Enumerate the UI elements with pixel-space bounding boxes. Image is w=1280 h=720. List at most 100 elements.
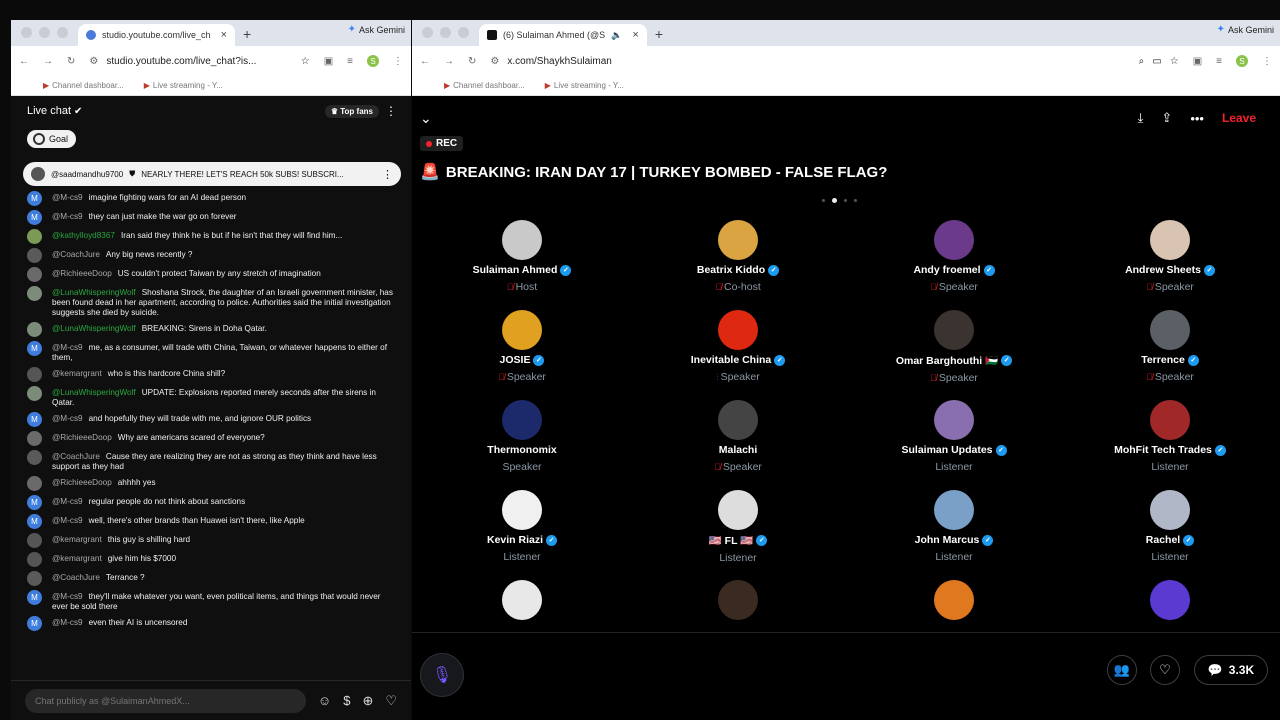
bookmark-item[interactable]: ▶ Live streaming - Y... bbox=[144, 81, 223, 90]
message-author[interactable]: @RichieeeDoop bbox=[52, 269, 112, 278]
participant[interactable] bbox=[1080, 580, 1260, 620]
more-icon[interactable]: ••• bbox=[1190, 111, 1204, 126]
message-author[interactable]: @M-cs9 bbox=[52, 516, 83, 525]
heart-icon[interactable]: ♡ bbox=[385, 693, 397, 709]
new-tab-button[interactable]: + bbox=[655, 26, 663, 42]
message-author[interactable]: @LunaWhisperingWolf bbox=[52, 324, 136, 333]
reload-icon[interactable]: ↻ bbox=[67, 56, 75, 67]
participant[interactable]: Terrence ✓ 🎙̸ Speaker bbox=[1080, 310, 1260, 383]
reload-icon[interactable]: ↻ bbox=[468, 56, 476, 67]
back-icon[interactable]: ← bbox=[420, 56, 430, 67]
bookmark-star-icon[interactable]: ☆ bbox=[301, 56, 310, 67]
bookmark-star-icon[interactable]: ☆ bbox=[1170, 56, 1179, 67]
back-icon[interactable]: ← bbox=[19, 56, 29, 67]
participant[interactable]: MohFit Tech Trades ✓ Listener bbox=[1080, 400, 1260, 473]
message-author[interactable]: @M-cs9 bbox=[52, 343, 83, 352]
participant[interactable]: Andy froemel ✓ 🎙̸ Speaker bbox=[864, 220, 1044, 293]
participant[interactable]: Omar Barghouthi 🇵🇸 ✓ 🎙̸ Speaker bbox=[864, 310, 1044, 384]
participant[interactable]: Beatrix Kiddo ✓ 🎙̸ Co-host bbox=[648, 220, 828, 293]
participant[interactable]: Sulaiman Updates ✓ Listener bbox=[864, 400, 1044, 473]
chat-message[interactable]: M @M-cs9 and hopefully they will trade wit… bbox=[11, 411, 411, 430]
message-author[interactable]: @CoachJure bbox=[52, 452, 100, 461]
window-controls[interactable] bbox=[11, 27, 78, 46]
message-author[interactable]: @CoachJure bbox=[52, 573, 100, 582]
chat-message[interactable]: M @M-cs9 even their AI is uncensored bbox=[11, 615, 411, 634]
chat-message[interactable]: @kemargrant give him his $7000 bbox=[11, 551, 411, 570]
participant[interactable]: Kevin Riazi ✓ Listener bbox=[432, 490, 612, 563]
chat-message[interactable]: @RichieeeDoop Why are americans scared of… bbox=[11, 430, 411, 449]
top-fans-button[interactable]: ♛ Top fans bbox=[324, 105, 379, 118]
message-author[interactable]: @LunaWhisperingWolf bbox=[52, 288, 136, 297]
chat-message[interactable]: @CoachJure Cause they are realizing they … bbox=[11, 449, 411, 475]
page-indicator[interactable] bbox=[822, 198, 857, 203]
ask-gemini-button[interactable]: ✦ Ask Gemini bbox=[1217, 24, 1274, 35]
menu-icon[interactable]: ≡ bbox=[1216, 56, 1222, 67]
message-author[interactable]: @M-cs9 bbox=[52, 193, 83, 202]
chat-message[interactable]: @CoachJure Terrance ? bbox=[11, 570, 411, 589]
browser-tab[interactable]: studio.youtube.com/live_ch × bbox=[78, 24, 235, 46]
zoom-icon[interactable]: ⌕ bbox=[1139, 56, 1145, 67]
super-chat-icon[interactable]: $ bbox=[343, 693, 350, 708]
chat-message[interactable]: @RichieeeDoop ahhhh yes bbox=[11, 475, 411, 494]
comments-button[interactable]: 💬 3.3K bbox=[1194, 655, 1268, 685]
chat-message[interactable]: @kemargrant who is this hardcore China sh… bbox=[11, 366, 411, 385]
participant[interactable]: John Marcus ✓ Listener bbox=[864, 490, 1044, 563]
participant[interactable]: Malachi 🎙̸ Speaker bbox=[648, 400, 828, 473]
message-author[interactable]: @LunaWhisperingWolf bbox=[52, 388, 136, 397]
url-field[interactable]: ⚙ x.com/ShaykhSulaiman ⌕ ▭ ☆ bbox=[490, 56, 1178, 67]
leave-button[interactable]: Leave bbox=[1222, 111, 1256, 125]
message-author[interactable]: @M-cs9 bbox=[52, 497, 83, 506]
chevron-down-icon[interactable]: ⌄ bbox=[420, 110, 432, 127]
browser-tab[interactable]: (6) Sulaiman Ahmed (@S 🔈 × bbox=[479, 24, 647, 46]
participant[interactable]: Rachel ✓ Listener bbox=[1080, 490, 1260, 563]
ask-gemini-button[interactable]: ✦ Ask Gemini bbox=[348, 24, 405, 35]
speaker-icon[interactable]: 🔈 bbox=[611, 30, 622, 41]
url-field[interactable]: ⚙ studio.youtube.com/live_chat?is... ☆ bbox=[89, 56, 309, 67]
bookmark-item[interactable]: ▶ Channel dashboar... bbox=[43, 81, 124, 90]
participant[interactable] bbox=[648, 580, 828, 620]
site-info-icon[interactable]: ⚙ bbox=[89, 56, 98, 67]
forward-icon[interactable]: → bbox=[43, 56, 53, 67]
chat-message[interactable]: M @M-cs9 me, as a consumer, will trade wit… bbox=[11, 340, 411, 366]
participant[interactable]: 🇺🇸 FL 🇺🇸 ✓ Listener bbox=[648, 490, 828, 564]
menu-icon[interactable]: ≡ bbox=[347, 56, 353, 67]
profile-avatar[interactable]: S bbox=[1236, 55, 1248, 67]
pinned-more-icon[interactable]: ⋮ bbox=[382, 168, 393, 181]
chat-message[interactable]: @LunaWhisperingWolf BREAKING: Sirens in D… bbox=[11, 321, 411, 340]
close-tab-icon[interactable]: × bbox=[221, 29, 227, 41]
chat-message[interactable]: @kathylloyd8367 Iran said they think he i… bbox=[11, 228, 411, 247]
message-author[interactable]: @M-cs9 bbox=[52, 618, 83, 627]
chat-input[interactable] bbox=[25, 688, 306, 713]
participant[interactable]: Thermonomix Speaker bbox=[432, 400, 612, 473]
install-icon[interactable]: ▭ bbox=[1152, 56, 1161, 67]
participant[interactable] bbox=[432, 580, 612, 620]
message-author[interactable]: @M-cs9 bbox=[52, 414, 83, 423]
chat-message[interactable]: M @M-cs9 well, there's other brands than H… bbox=[11, 513, 411, 532]
new-tab-button[interactable]: + bbox=[243, 26, 251, 42]
message-author[interactable]: @kemargrant bbox=[52, 554, 102, 563]
participant[interactable] bbox=[864, 580, 1044, 620]
message-author[interactable]: @M-cs9 bbox=[52, 592, 83, 601]
react-button[interactable]: ♡ bbox=[1150, 655, 1180, 685]
add-icon[interactable]: ⊕ bbox=[362, 693, 373, 709]
share-icon[interactable]: ⇪ bbox=[1161, 110, 1172, 126]
more-icon[interactable]: ⋮ bbox=[393, 56, 403, 67]
check-icon[interactable]: ✔ bbox=[74, 106, 82, 117]
chat-message[interactable]: @LunaWhisperingWolf Shoshana Strock, the … bbox=[11, 285, 411, 321]
mic-button[interactable]: 🎙 bbox=[420, 653, 464, 697]
message-author[interactable]: @M-cs9 bbox=[52, 212, 83, 221]
extensions-icon[interactable]: ▣ bbox=[1193, 56, 1202, 67]
chat-message[interactable]: M @M-cs9 regular people do not think about… bbox=[11, 494, 411, 513]
goal-chip[interactable]: Goal bbox=[27, 130, 77, 148]
chat-message[interactable]: @kemargrant this guy is shilling hard bbox=[11, 532, 411, 551]
people-button[interactable]: 👥 bbox=[1107, 655, 1137, 685]
message-author[interactable]: @RichieeeDoop bbox=[52, 478, 112, 487]
extensions-icon[interactable]: ▣ bbox=[324, 56, 333, 67]
message-author[interactable]: @kathylloyd8367 bbox=[52, 231, 115, 240]
participant[interactable]: Sulaiman Ahmed ✓ 🎙̸ Host bbox=[432, 220, 612, 293]
chat-message[interactable]: M @M-cs9 imagine fighting wars for an AI d… bbox=[11, 190, 411, 209]
bookmark-item[interactable]: ▶ Live streaming - Y... bbox=[545, 81, 624, 90]
more-icon[interactable]: ⋮ bbox=[1262, 56, 1272, 67]
emoji-icon[interactable]: ☺ bbox=[318, 693, 331, 708]
participant[interactable]: Inevitable China ✓ ⫶ Speaker bbox=[648, 310, 828, 383]
